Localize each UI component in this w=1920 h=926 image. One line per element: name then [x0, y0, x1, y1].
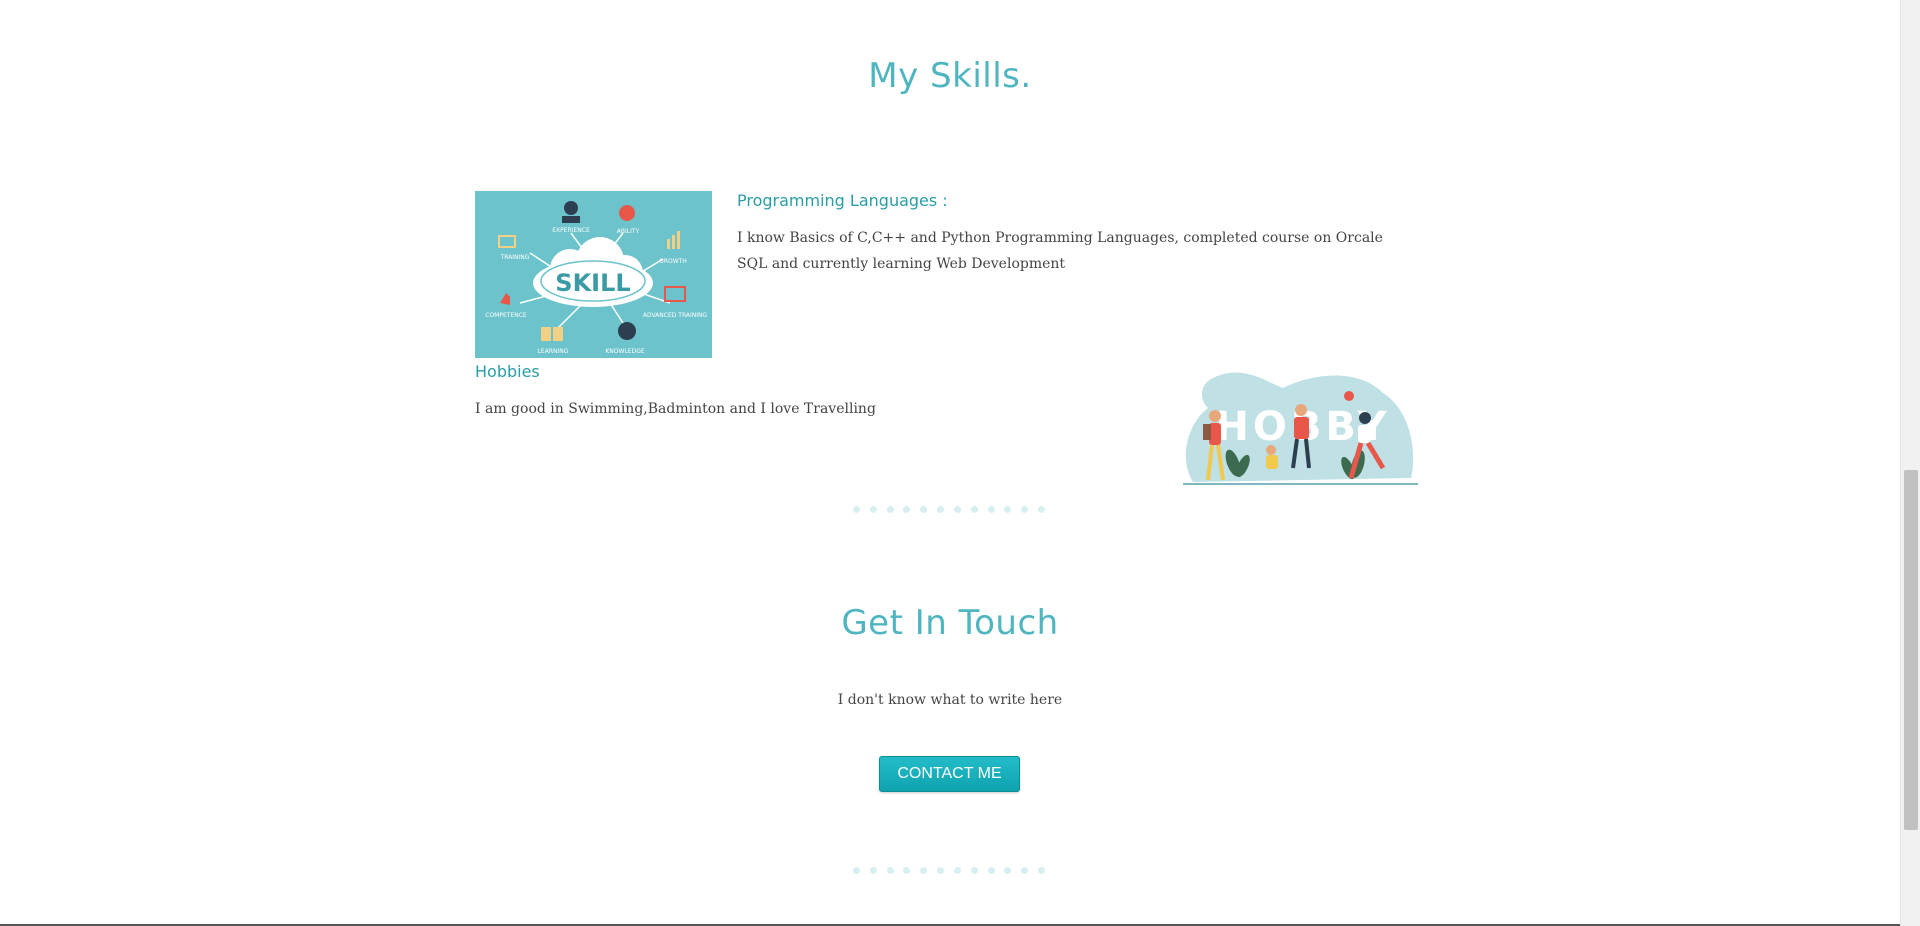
scrollbar-thumb[interactable]: [1904, 470, 1918, 830]
programming-heading: Programming Languages :: [737, 191, 948, 210]
svg-text:SKILL: SKILL: [555, 269, 630, 297]
svg-text:ADVANCED TRAINING: ADVANCED TRAINING: [643, 312, 708, 319]
contact-me-button[interactable]: CONTACT ME: [879, 756, 1020, 792]
svg-text:LEARNING: LEARNING: [538, 348, 569, 355]
skills-title: My Skills.: [868, 56, 1032, 96]
programming-text: I know Basics of C,C++ and Python Progra…: [737, 230, 1383, 272]
svg-text:ABILITY: ABILITY: [617, 228, 640, 235]
hobbies-text: I am good in Swimming,Badminton and I lo…: [475, 401, 876, 417]
skill-image: SKILL EXPERIENCE ABILITY TRAINING GROWTH…: [475, 191, 712, 358]
svg-text:GROWTH: GROWTH: [659, 258, 687, 265]
get-in-touch-text: I don't know what to write here: [837, 692, 1063, 708]
svg-text:TRAINING: TRAINING: [500, 254, 530, 261]
page: My Skills. SKILL EXPERIENCE ABILITY TRAI…: [0, 0, 1900, 926]
separator-dots: [853, 867, 1045, 877]
svg-text:EXPERIENCE: EXPERIENCE: [552, 227, 590, 234]
hobbies-heading: Hobbies: [475, 362, 540, 381]
separator-dots: [853, 506, 1045, 516]
get-in-touch-title: Get In Touch: [841, 603, 1059, 643]
vertical-scrollbar[interactable]: [1900, 0, 1920, 926]
hobby-image: HOBBY: [1183, 368, 1418, 492]
svg-text:KNOWLEDGE: KNOWLEDGE: [605, 348, 644, 355]
svg-text:COMPETENCE: COMPETENCE: [485, 312, 527, 319]
